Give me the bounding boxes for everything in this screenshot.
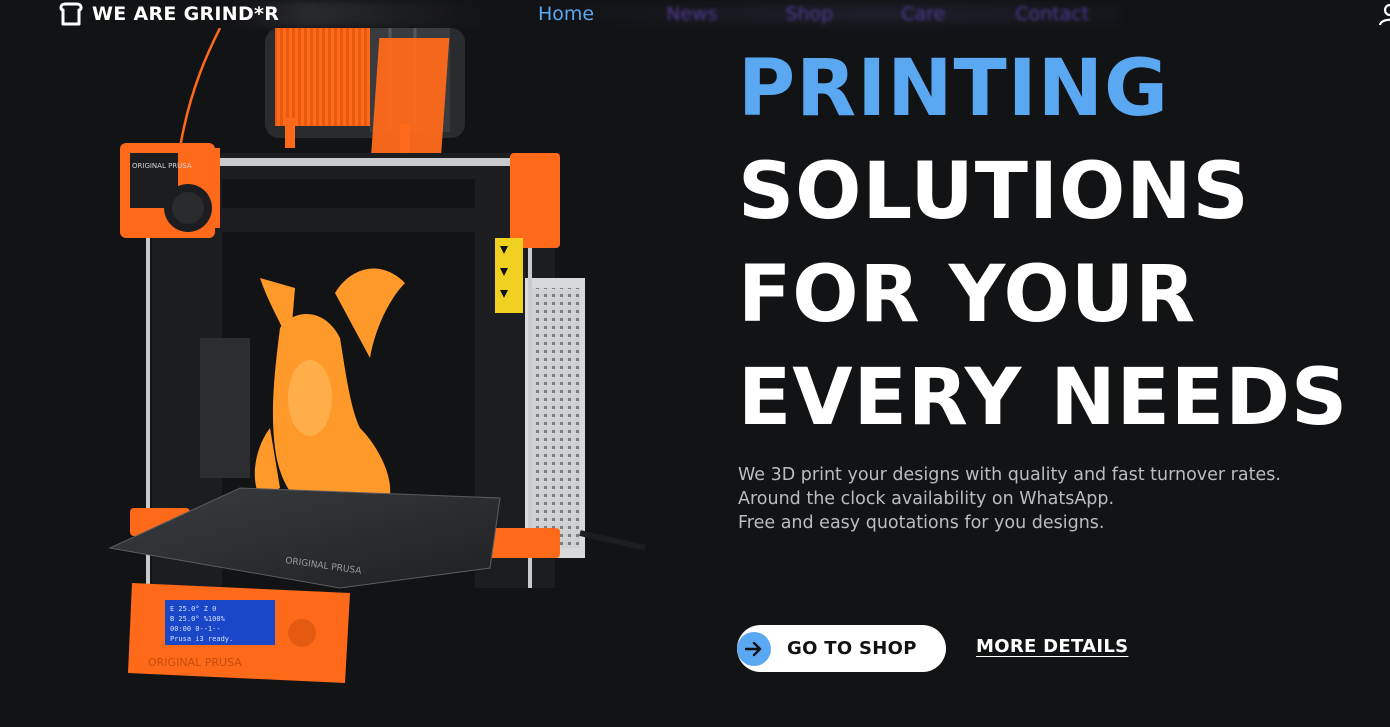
brand-logo[interactable]: WE ARE GRIND*R [58, 0, 279, 28]
extruder-label: ORIGINAL PRUSA [132, 162, 192, 170]
toast-icon [59, 2, 83, 26]
nav-home[interactable]: Home [538, 3, 594, 25]
hero-line-4: EVERY NEEDS [738, 353, 1349, 443]
filament-spool [265, 28, 465, 154]
3d-printer-image: ORIGINAL PRUSA ORIGINAL PRUSA E 25.0° Z [108, 28, 646, 683]
lcd-line-1: E 25.0° Z 0 [170, 605, 216, 613]
hero-line-1: PRINTING [738, 44, 1170, 134]
more-details-link[interactable]: MORE DETAILS [976, 636, 1128, 657]
description-line: Free and easy quotations for you designs… [738, 513, 1105, 533]
description-line: We 3D print your designs with quality an… [738, 465, 1281, 485]
hero-line-3: FOR YOUR [738, 250, 1197, 340]
panel-brand-label: ORIGINAL PRUSA [148, 656, 242, 669]
extruder: ORIGINAL PRUSA [120, 143, 215, 238]
lcd-panel: E 25.0° Z 0 B 25.0° %100% 00:00 0--1-- P… [128, 583, 350, 683]
nav-care[interactable]: Care [901, 3, 945, 25]
description-line: Around the clock availability on WhatsAp… [738, 489, 1115, 509]
main-nav: Home News Shop Care Contact [538, 0, 1089, 28]
hero-heading: PRINTING SOLUTIONS FOR YOUR EVERY NEEDS [738, 38, 1348, 450]
lcd-line-3: 00:00 0--1-- [170, 625, 221, 633]
lcd-line-2: B 25.0° %100% [170, 615, 226, 623]
go-to-shop-label: GO TO SHOP [787, 638, 917, 659]
nav-contact[interactable]: Contact [1015, 3, 1089, 25]
hero-line-2: SOLUTIONS [738, 147, 1250, 237]
nav-shop[interactable]: Shop [785, 3, 833, 25]
user-icon[interactable] [1378, 2, 1390, 26]
hero-description: We 3D print your designs with quality an… [738, 463, 1281, 535]
nav-news[interactable]: News [666, 3, 717, 25]
brand-name: WE ARE GRIND*R [92, 3, 280, 25]
landing-page: WE ARE GRIND*R Home News Shop Care Conta… [0, 0, 1390, 727]
arrow-right-icon [737, 631, 771, 666]
go-to-shop-button[interactable]: GO TO SHOP [737, 625, 946, 672]
lcd-line-4: Prusa i3 ready. [170, 635, 233, 643]
